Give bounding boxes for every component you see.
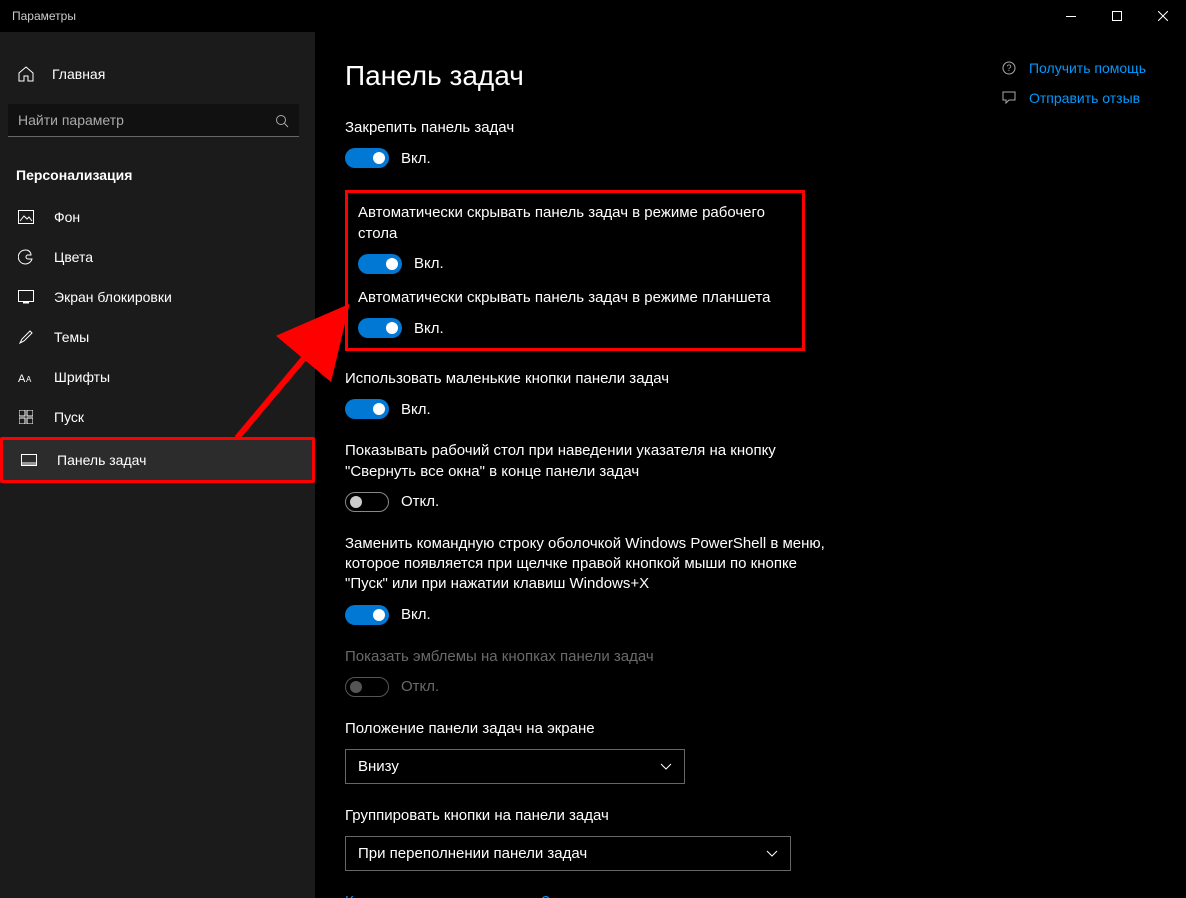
- dropdown-position[interactable]: Внизу: [345, 749, 685, 784]
- setting-label: Показать эмблемы на кнопках панели задач: [345, 647, 825, 667]
- sidebar-item-label: Фон: [54, 209, 80, 225]
- minimize-button[interactable]: [1048, 0, 1094, 32]
- setting-label: Автоматически скрывать панель задач в ре…: [358, 203, 792, 244]
- toggle-peek[interactable]: [345, 492, 389, 512]
- sidebar-item-label: Шрифты: [54, 369, 110, 385]
- sidebar-item-themes[interactable]: Темы: [0, 317, 315, 357]
- toggle-state: Вкл.: [414, 255, 444, 272]
- link-label: Отправить отзыв: [1029, 90, 1140, 106]
- sidebar-item-start[interactable]: Пуск: [0, 397, 315, 437]
- setting-peek: Показывать рабочий стол при наведении ук…: [345, 441, 825, 512]
- svg-text:?: ?: [1006, 63, 1011, 73]
- lockscreen-icon: [16, 290, 36, 304]
- sidebar-item-colors[interactable]: Цвета: [0, 237, 315, 277]
- picture-icon: [16, 210, 36, 224]
- toggle-state: Вкл.: [414, 320, 444, 337]
- toggle-state: Вкл.: [401, 401, 431, 418]
- feedback-icon: [1001, 90, 1017, 106]
- toggle-state: Вкл.: [401, 150, 431, 167]
- maximize-button[interactable]: [1094, 0, 1140, 32]
- get-help-link[interactable]: ? Получить помощь: [1001, 60, 1146, 76]
- setting-position: Положение панели задач на экране Внизу: [345, 719, 825, 784]
- setting-small-buttons: Использовать маленькие кнопки панели зад…: [345, 369, 825, 419]
- setting-label: Показывать рабочий стол при наведении ук…: [345, 441, 825, 482]
- sidebar-item-label: Панель задач: [57, 452, 146, 468]
- brush-icon: [16, 329, 36, 345]
- sidebar-item-lockscreen[interactable]: Экран блокировки: [0, 277, 315, 317]
- setting-badges: Показать эмблемы на кнопках панели задач…: [345, 647, 825, 697]
- toggle-state: Откл.: [401, 678, 439, 695]
- sidebar-item-label: Экран блокировки: [54, 289, 172, 305]
- svg-text:A: A: [18, 373, 26, 384]
- font-icon: AA: [16, 370, 36, 384]
- setting-label: Использовать маленькие кнопки панели зад…: [345, 369, 825, 389]
- setting-autohide-tablet: Автоматически скрывать панель задач в ре…: [358, 288, 792, 338]
- toggle-small-buttons[interactable]: [345, 399, 389, 419]
- toggle-state: Откл.: [401, 493, 439, 510]
- main-content: Панель задач Закрепить панель задач Вкл.…: [315, 32, 1186, 898]
- right-links: ? Получить помощь Отправить отзыв: [1001, 60, 1146, 120]
- dropdown-combine[interactable]: При переполнении панели задач: [345, 836, 791, 871]
- chevron-down-icon: [660, 763, 672, 771]
- help-link[interactable]: Как настроить панели задач?: [345, 893, 550, 898]
- setting-label: Автоматически скрывать панель задач в ре…: [358, 288, 792, 308]
- search-box[interactable]: [8, 104, 299, 137]
- sidebar-item-label: Темы: [54, 329, 89, 345]
- sidebar-item-taskbar[interactable]: Панель задач: [0, 437, 315, 483]
- dropdown-value: Внизу: [358, 758, 399, 775]
- toggle-state: Вкл.: [401, 606, 431, 623]
- setting-label: Заменить командную строку оболочкой Wind…: [345, 534, 825, 595]
- sidebar-item-background[interactable]: Фон: [0, 197, 315, 237]
- palette-icon: [16, 249, 36, 265]
- window-title: Параметры: [0, 9, 76, 23]
- close-button[interactable]: [1140, 0, 1186, 32]
- toggle-badges: [345, 677, 389, 697]
- start-icon: [16, 410, 36, 424]
- feedback-link[interactable]: Отправить отзыв: [1001, 90, 1146, 106]
- toggle-powershell[interactable]: [345, 605, 389, 625]
- taskbar-icon: [19, 454, 39, 466]
- help-icon: ?: [1001, 60, 1017, 76]
- toggle-autohide-tablet[interactable]: [358, 318, 402, 338]
- setting-autohide-desktop: Автоматически скрывать панель задач в ре…: [358, 203, 792, 274]
- home-button[interactable]: Главная: [0, 56, 315, 92]
- setting-label: Закрепить панель задач: [345, 118, 825, 138]
- titlebar: Параметры: [0, 0, 1186, 32]
- sidebar: Главная Персонализация Фон Цвета Экран б…: [0, 32, 315, 898]
- section-header: Персонализация: [0, 157, 315, 197]
- sidebar-item-fonts[interactable]: AA Шрифты: [0, 357, 315, 397]
- search-icon: [275, 114, 289, 128]
- home-label: Главная: [52, 66, 105, 82]
- toggle-lock[interactable]: [345, 148, 389, 168]
- svg-text:A: A: [26, 375, 32, 384]
- setting-combine: Группировать кнопки на панели задач При …: [345, 806, 825, 871]
- sidebar-item-label: Пуск: [54, 409, 84, 425]
- home-icon: [16, 66, 36, 82]
- setting-label: Группировать кнопки на панели задач: [345, 806, 825, 826]
- toggle-autohide-desktop[interactable]: [358, 254, 402, 274]
- sidebar-item-label: Цвета: [54, 249, 93, 265]
- link-label: Получить помощь: [1029, 60, 1146, 76]
- highlight-box: Автоматически скрывать панель задач в ре…: [345, 190, 805, 351]
- setting-label: Положение панели задач на экране: [345, 719, 825, 739]
- dropdown-value: При переполнении панели задач: [358, 845, 587, 862]
- setting-powershell: Заменить командную строку оболочкой Wind…: [345, 534, 825, 625]
- setting-lock: Закрепить панель задач Вкл.: [345, 118, 825, 168]
- search-input[interactable]: [8, 104, 299, 137]
- chevron-down-icon: [766, 850, 778, 858]
